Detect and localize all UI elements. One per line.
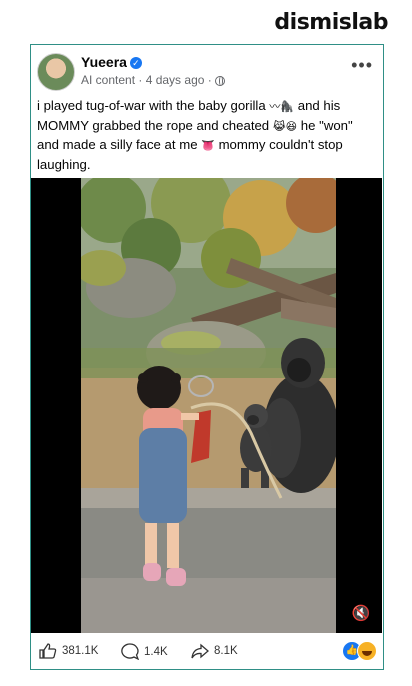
like-count: 381.1K — [62, 645, 99, 657]
post-card: Yueera ✓ AI content · 4 days ago · ••• i … — [30, 44, 384, 670]
share-count: 8.1K — [214, 645, 238, 657]
verified-badge-icon: ✓ — [129, 57, 142, 69]
comment-icon — [121, 643, 139, 660]
more-options-icon[interactable]: ••• — [351, 55, 373, 76]
dismislab-logo: dismislab — [274, 10, 388, 35]
post-caption: i played tug-of-war with the baby gorill… — [37, 97, 375, 174]
like-button[interactable]: 381.1K — [39, 643, 98, 659]
globe-icon — [214, 76, 225, 86]
crying-laughing-emoji-icon: 😹 — [272, 119, 286, 133]
post-meta-text: AI content · 4 days ago · — [81, 73, 212, 87]
post-header: Yueera ✓ AI content · 4 days ago · ••• — [37, 51, 377, 95]
reaction-summary[interactable]: 👍 — [342, 641, 377, 661]
thumbs-up-icon — [39, 643, 57, 659]
post-meta: AI content · 4 days ago · — [81, 73, 225, 87]
tongue-emoji-icon: 👅 — [201, 139, 215, 152]
comment-button[interactable]: 1.4K — [121, 643, 168, 660]
rope-emoji-icon: 〰 — [269, 100, 281, 113]
haha-reaction-icon — [357, 641, 377, 661]
caption-part-1: i played tug-of-war with the baby gorill… — [37, 98, 270, 113]
video-frame — [81, 178, 336, 633]
video-player[interactable]: 🔇 — [31, 178, 382, 633]
laughing-emoji-icon: 😆 — [285, 119, 298, 133]
share-button[interactable]: 8.1K — [191, 643, 238, 659]
gorilla-emoji-icon: 🦍 — [280, 100, 295, 113]
post-actions-bar: 381.1K 1.4K 8.1K 👍 — [31, 641, 383, 665]
comment-count: 1.4K — [144, 645, 168, 658]
author-name-row[interactable]: Yueera ✓ — [81, 54, 142, 70]
author-name[interactable]: Yueera — [81, 54, 127, 70]
share-icon — [191, 643, 209, 659]
avatar[interactable] — [37, 53, 75, 91]
mute-icon[interactable]: 🔇 — [348, 603, 374, 625]
